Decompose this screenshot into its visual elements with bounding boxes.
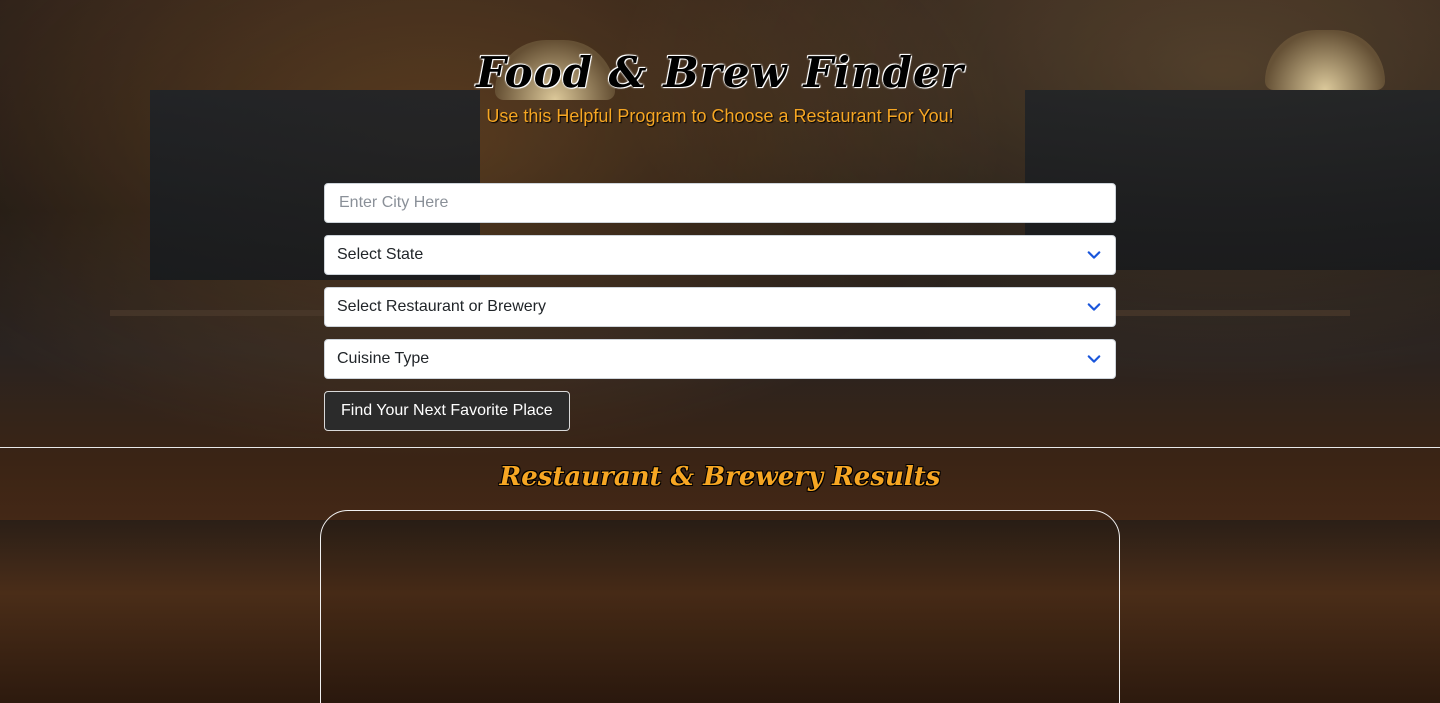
- results-container: [320, 510, 1120, 703]
- results-title: Restaurant & Brewery Results: [499, 462, 941, 492]
- state-select[interactable]: Select State: [324, 235, 1116, 275]
- chevron-down-icon: [1087, 251, 1101, 259]
- city-field[interactable]: [324, 183, 1116, 223]
- find-place-button[interactable]: Find Your Next Favorite Place: [324, 391, 570, 431]
- restaurant-type-select[interactable]: Select Restaurant or Brewery: [324, 287, 1116, 327]
- state-select-value: Select State: [337, 246, 424, 263]
- search-form: Select State Select Restaurant or Brewer…: [324, 183, 1116, 431]
- cuisine-type-select[interactable]: Cuisine Type: [324, 339, 1116, 379]
- page-subtitle: Use this Helpful Program to Choose a Res…: [486, 106, 954, 126]
- page-title: Food & Brew Finder: [476, 48, 964, 97]
- section-divider: [0, 447, 1440, 448]
- restaurant-type-select-value: Select Restaurant or Brewery: [337, 298, 546, 315]
- hero-section: Food & Brew Finder Use this Helpful Prog…: [0, 0, 1440, 447]
- chevron-down-icon: [1087, 355, 1101, 363]
- chevron-down-icon: [1087, 303, 1101, 311]
- city-input[interactable]: [337, 193, 1103, 213]
- cuisine-type-select-value: Cuisine Type: [337, 350, 430, 367]
